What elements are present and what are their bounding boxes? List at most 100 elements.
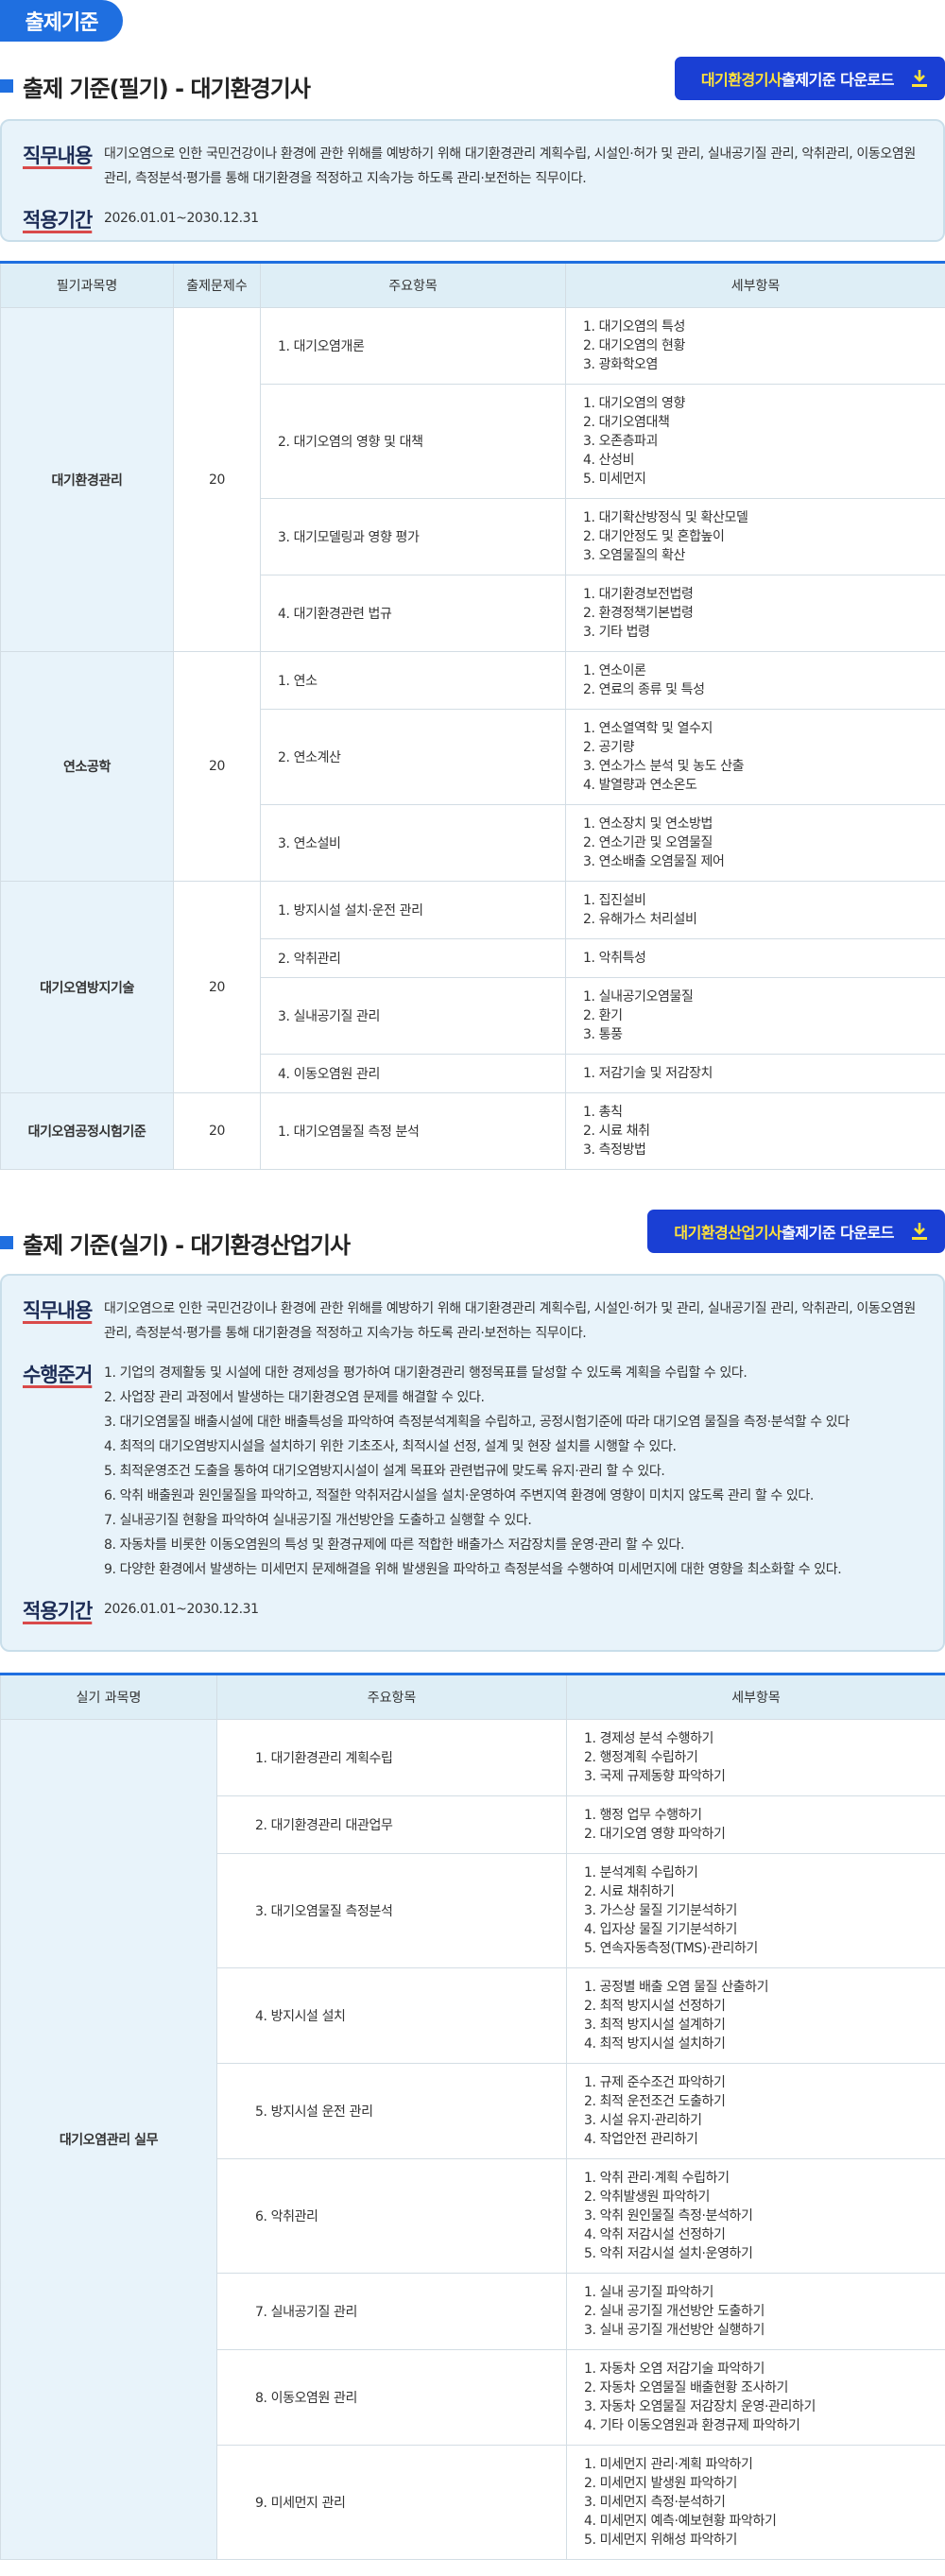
col-header: 필기과목명 <box>0 262 174 308</box>
criteria-row: 수행준거 1. 기업의 경제활동 및 시설에 대한 경제성을 평가하여 대기환경… <box>23 1359 922 1582</box>
detail-item: 1. 대기오염의 영향 <box>583 396 686 411</box>
practical-title-text: 출제 기준(실기) - 대기환경산업기사 <box>23 1231 351 1259</box>
written-section-title: 출제 기준(필기) - 대기환경기사 <box>0 72 311 102</box>
subject-name: 대기오염공정시험기준 <box>0 1092 174 1170</box>
detail-item: 2. 자동차 오염물질 배출현황 조사하기 <box>584 2380 788 2396</box>
col-header: 출제문제수 <box>173 262 261 308</box>
detail-cell: 1. 자동차 오염 저감기술 파악하기 2. 자동차 오염물질 배출현황 조사하기… <box>566 2349 945 2446</box>
detail-cell: 1. 공정별 배출 오염 물질 산출하기 2. 최적 방지시설 선정하기 3. 최적… <box>566 1967 945 2064</box>
criteria-item: 9. 다양한 환경에서 발생하는 미세먼지 문제해결을 위해 발생원을 파악하고… <box>104 1562 842 1577</box>
page-badge: 출제기준 <box>0 0 123 42</box>
detail-item: 2. 미세먼지 발생원 파악하기 <box>584 2476 737 2491</box>
detail-item: 3. 오염물질의 확산 <box>583 548 686 563</box>
download-label: 출제기준 다운로드 <box>782 1224 894 1242</box>
detail-item: 2. 시료 채취 <box>583 1124 650 1139</box>
detail-item: 3. 미세먼지 측정·분석하기 <box>584 2495 726 2510</box>
detail-item: 4. 산성비 <box>583 453 635 468</box>
col-header: 주요항목 <box>260 262 566 308</box>
detail-item: 3. 오존층파괴 <box>583 434 659 449</box>
period-text: 2026.01.01~2030.12.31 <box>104 1602 259 1617</box>
written-criteria-table: 필기과목명 출제문제수 주요항목 세부항목 대기환경관리 20 1. 대기오염개론 1… <box>0 261 945 1170</box>
detail-item: 2. 최적 방지시설 선정하기 <box>584 1999 726 2014</box>
col-header: 실기 과목명 <box>0 1674 217 1720</box>
detail-cell: 1. 경제성 분석 수행하기 2. 행정계획 수립하기 3. 국제 규제동향 파악하… <box>566 1719 945 1796</box>
main-item: 1. 대기오염개론 <box>260 307 566 385</box>
table-row: 대기환경관리 20 1. 대기오염개론 1. 대기오염의 특성 2. 대기오염의 현황 3… <box>0 307 945 652</box>
detail-item: 3. 측정방법 <box>583 1142 646 1158</box>
main-item: 6. 악취관리 <box>216 2158 567 2274</box>
criteria-item: 5. 최적운영조건 도출을 통하여 대기오염방지시설이 설계 목표와 관련법규에… <box>104 1464 665 1479</box>
download-highlight: 대기환경기사 <box>700 71 782 89</box>
criteria-item: 8. 자동차를 비롯한 이동오염원의 특성 및 환경규제에 따른 적합한 배출가… <box>104 1537 684 1553</box>
main-item: 4. 방지시설 설치 <box>216 1967 567 2064</box>
detail-item: 4. 입자상 물질 기기분석하기 <box>584 1922 737 1937</box>
detail-item: 1. 집진설비 <box>583 893 646 908</box>
subject-name: 대기환경관리 <box>0 307 174 652</box>
detail-item: 3. 연소배출 오염물질 제어 <box>583 854 725 869</box>
main-item: 1. 방지시설 설치·운전 관리 <box>260 881 566 939</box>
written-info-box: 직무내용 대기오염으로 인한 국민건강이나 환경에 관한 위해를 예방하기 위해… <box>0 119 945 242</box>
detail-item: 2. 대기오염 영향 파악하기 <box>584 1827 726 1842</box>
detail-item: 2. 시료 채취하기 <box>584 1884 675 1899</box>
download-label: 출제기준 다운로드 <box>782 71 894 89</box>
question-count: 20 <box>173 307 261 652</box>
period-label: 적용기간 <box>23 1600 93 1623</box>
job-row: 직무내용 대기오염으로 인한 국민건강이나 환경에 관한 위해를 예방하기 위해… <box>23 140 922 191</box>
criteria-item: 6. 악취 배출원과 원인물질을 파악하고, 적절한 악취저감시설을 설치·운영… <box>104 1488 814 1503</box>
detail-item: 2. 실내 공기질 개선방안 도출하기 <box>584 2304 765 2319</box>
period-row: 적용기간 2026.01.01~2030.12.31 <box>23 204 922 233</box>
col-header: 세부항목 <box>566 1674 945 1720</box>
detail-cell: 1. 미세먼지 관리·계획 파악하기 2. 미세먼지 발생원 파악하기 3. 미세먼… <box>566 2445 945 2560</box>
detail-cell: 1. 연소열역학 및 열수지 2. 공기량 3. 연소가스 분석 및 농도 산출 4.… <box>565 709 945 805</box>
detail-item: 1. 실내 공기질 파악하기 <box>584 2285 714 2300</box>
detail-cell: 1. 총칙 2. 시료 채취 3. 측정방법 <box>565 1092 945 1170</box>
detail-cell: 1. 분석계획 수립하기 2. 시료 채취하기 3. 가스상 물질 기기분석하기 4.… <box>566 1853 945 1968</box>
subject-name: 대기오염방지기술 <box>0 881 174 1093</box>
detail-item: 1. 대기오염의 특성 <box>583 319 686 335</box>
main-item: 4. 이동오염원 관리 <box>260 1054 566 1093</box>
main-item: 8. 이동오염원 관리 <box>216 2349 567 2446</box>
download-arrow-icon <box>911 69 928 88</box>
detail-item: 2. 연료의 종류 및 특성 <box>583 682 705 697</box>
detail-item: 3. 실내 공기질 개선방안 실행하기 <box>584 2323 765 2338</box>
criteria-item: 4. 최적의 대기오염방지시설을 설치하기 위한 기초조사, 최적시설 선정, … <box>104 1439 677 1454</box>
detail-cell: 1. 대기오염의 특성 2. 대기오염의 현황 3. 광화학오염 <box>565 307 945 385</box>
job-text: 대기오염으로 인한 국민건강이나 환경에 관한 위해를 예방하기 위해 대기환경… <box>104 146 916 186</box>
detail-item: 1. 분석계획 수립하기 <box>584 1865 698 1880</box>
main-item: 9. 미세먼지 관리 <box>216 2445 567 2560</box>
subject-name: 대기오염관리 실무 <box>0 1719 217 2560</box>
detail-cell: 1. 집진설비 2. 유해가스 처리설비 <box>565 881 945 939</box>
detail-item: 1. 미세먼지 관리·계획 파악하기 <box>584 2457 753 2472</box>
detail-item: 2. 환경정책기본법령 <box>583 606 694 621</box>
detail-item: 1. 저감기술 및 저감장치 <box>583 1066 713 1081</box>
detail-item: 3. 연소가스 분석 및 농도 산출 <box>583 759 745 774</box>
main-item: 2. 대기환경관리 대관업무 <box>216 1795 567 1854</box>
detail-cell: 1. 악취 관리·계획 수립하기 2. 악취발생원 파악하기 3. 악취 원인물질 … <box>566 2158 945 2274</box>
detail-item: 2. 대기안정도 및 혼합높이 <box>583 529 725 544</box>
main-item: 1. 연소 <box>260 651 566 710</box>
main-item: 1. 대기오염물질 측정 분석 <box>260 1092 566 1170</box>
job-row: 직무내용 대기오염으로 인한 국민건강이나 환경에 관한 위해를 예방하기 위해… <box>23 1295 922 1346</box>
detail-item: 5. 악취 저감시설 설치·운영하기 <box>584 2246 753 2261</box>
col-header: 주요항목 <box>216 1674 567 1720</box>
written-download-button[interactable]: 대기환경기사 출제기준 다운로드 <box>674 57 945 100</box>
detail-cell: 1. 악취특성 <box>565 938 945 978</box>
detail-item: 4. 작업안전 관리하기 <box>584 2132 698 2147</box>
detail-item: 3. 시설 유지·관리하기 <box>584 2113 702 2128</box>
job-label: 직무내용 <box>23 1299 93 1322</box>
criteria-label: 수행준거 <box>23 1364 93 1386</box>
detail-item: 2. 대기오염의 현황 <box>583 338 686 353</box>
detail-cell: 1. 연소이론 2. 연료의 종류 및 특성 <box>565 651 945 710</box>
detail-item: 5. 미세먼지 <box>583 472 646 487</box>
detail-item: 2. 환기 <box>583 1008 623 1023</box>
table-row: 연소공학 20 1. 연소 1. 연소이론 2. 연료의 종류 및 특성 <box>0 651 945 882</box>
practical-section-title: 출제 기준(실기) - 대기환경산업기사 <box>0 1228 351 1259</box>
criteria-item: 2. 사업장 관리 과정에서 발생하는 대기환경오염 문제를 해결할 수 있다. <box>104 1390 485 1405</box>
detail-item: 3. 기타 법령 <box>583 625 650 640</box>
detail-item: 3. 가스상 물질 기기분석하기 <box>584 1903 737 1918</box>
criteria-item: 3. 대기오염물질 배출시설에 대한 배출특성을 파악하여 측정분석계획을 수립… <box>104 1415 850 1430</box>
table-row: 대기오염방지기술 20 1. 방지시설 설치·운전 관리 1. 집진설비 2. 유해가스… <box>0 881 945 1093</box>
download-arrow-icon <box>911 1222 928 1241</box>
practical-download-button[interactable]: 대기환경산업기사 출제기준 다운로드 <box>647 1210 945 1253</box>
detail-item: 4. 발열량과 연소온도 <box>583 778 697 793</box>
